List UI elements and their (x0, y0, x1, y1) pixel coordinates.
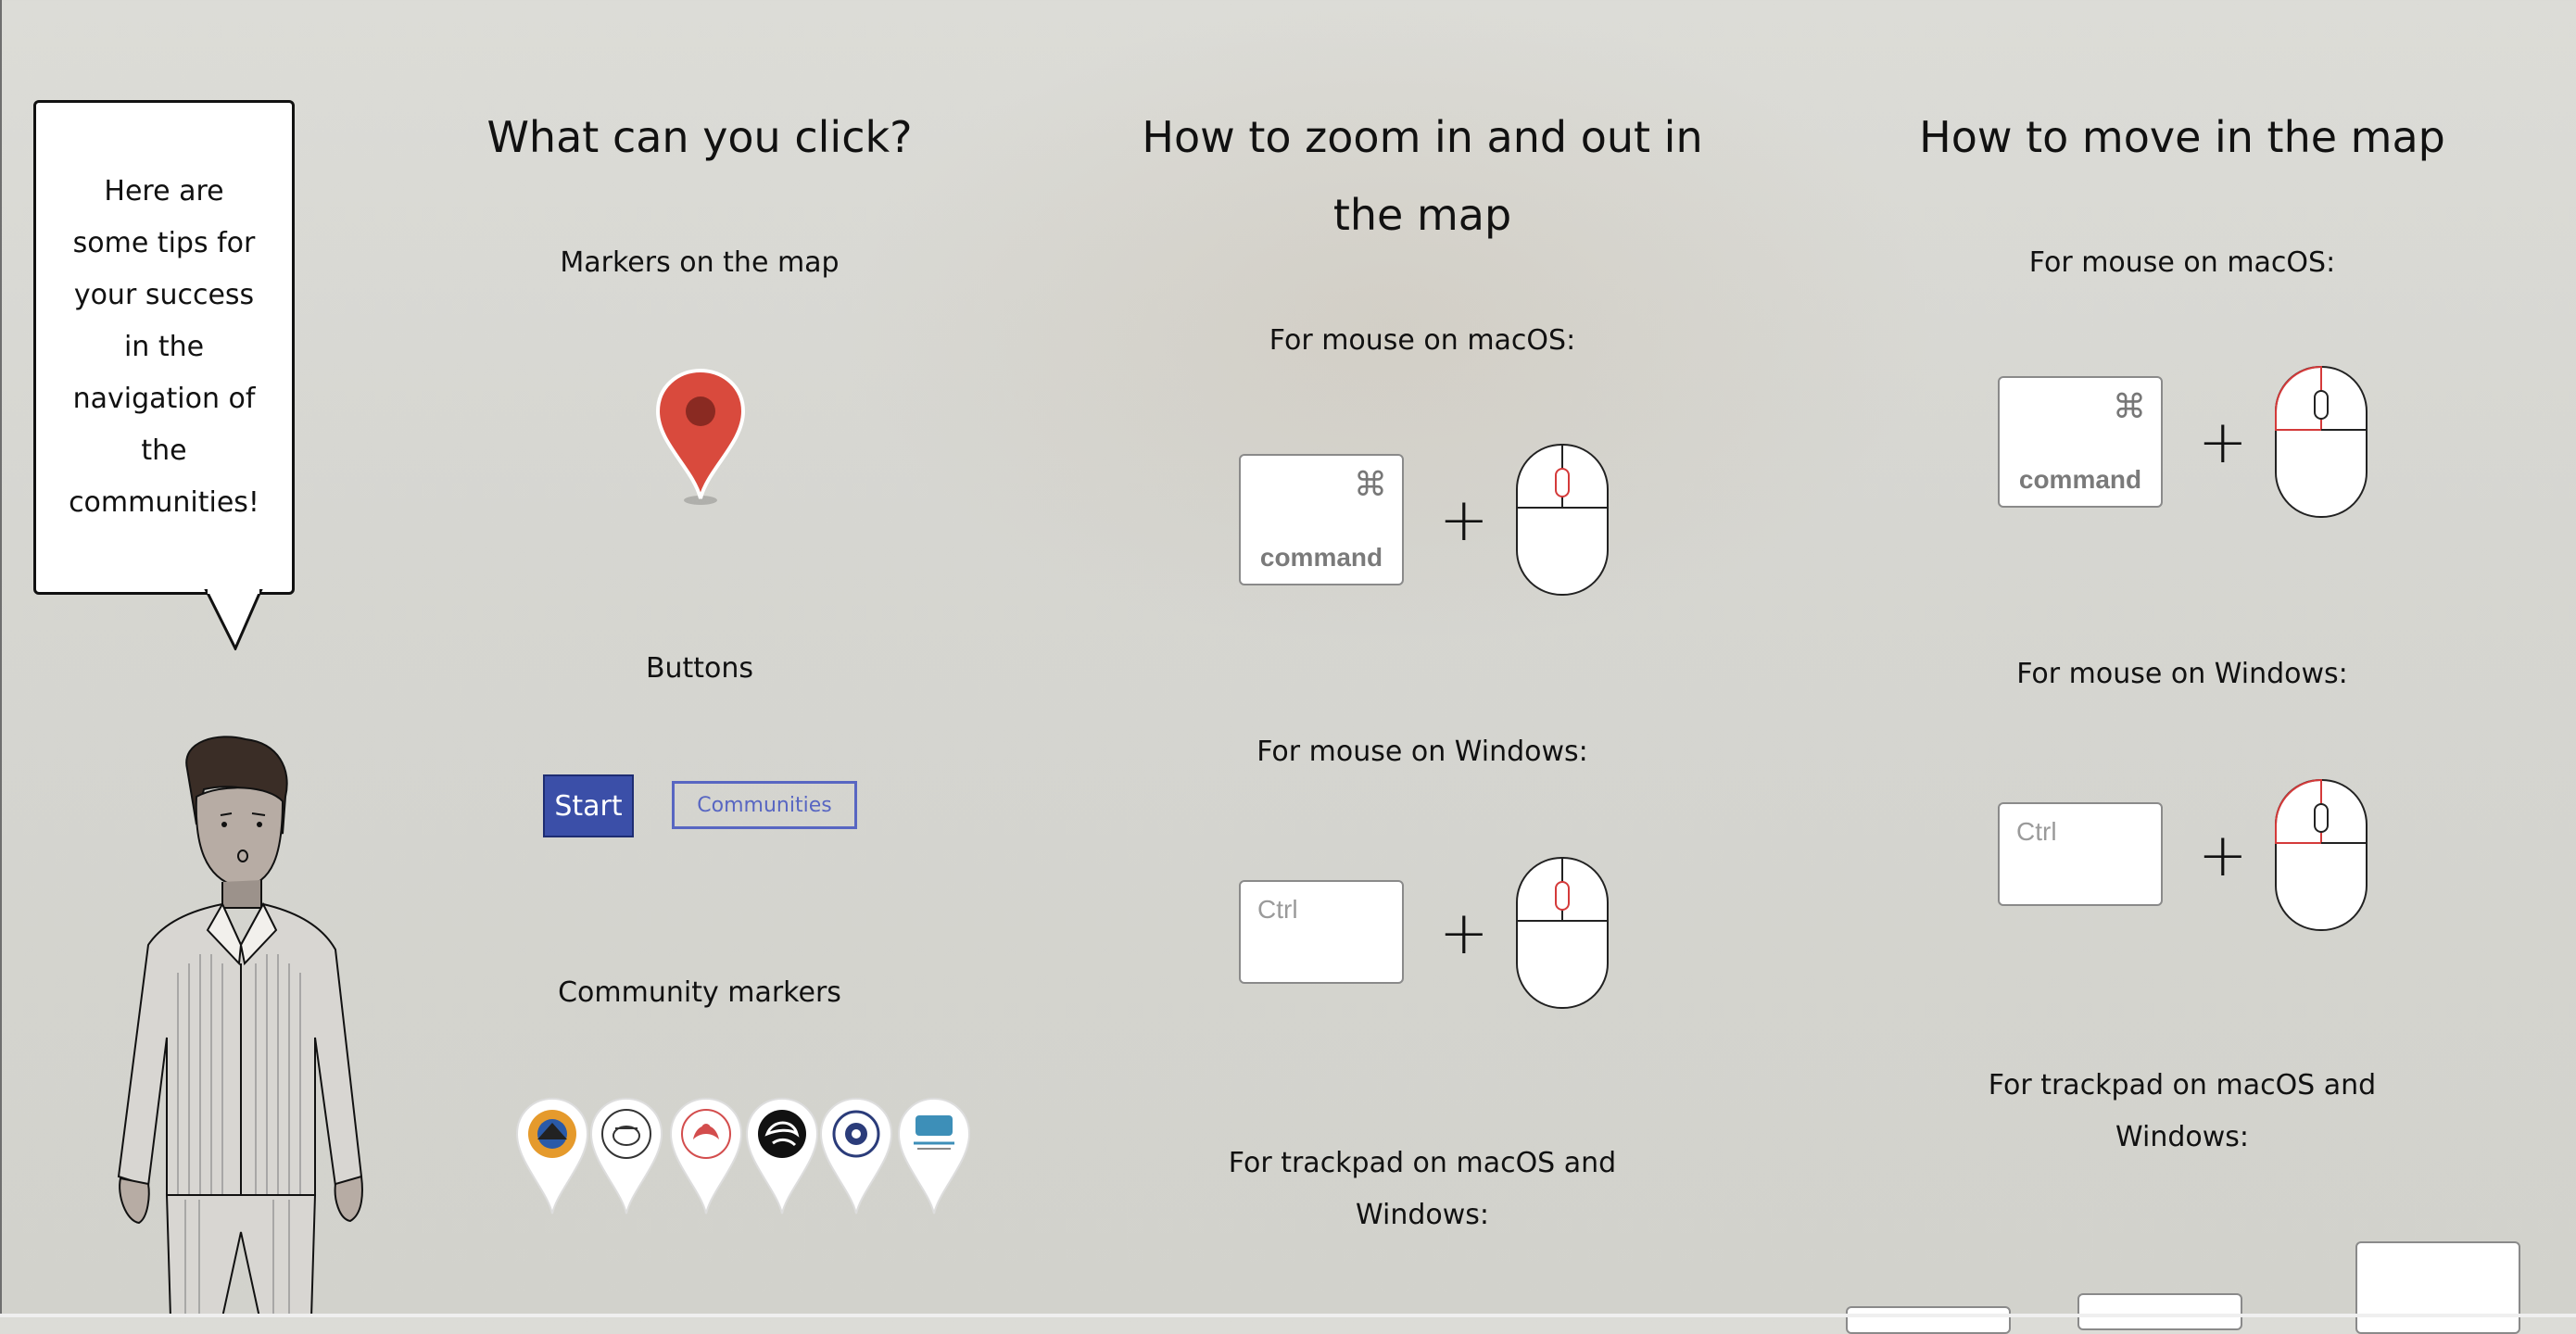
mouse-left-click-icon (2275, 365, 2368, 518)
plus-icon: + (1439, 900, 1489, 968)
command-word: command (1259, 543, 1383, 572)
community-logo-2-icon[interactable] (589, 1097, 663, 1215)
command-key-icon: ⌘ command (1998, 376, 2163, 508)
zoom-mac-label: For mouse on macOS: (1269, 324, 1576, 357)
zoom-section-title: How to zoom in and out in the map (1142, 112, 1703, 240)
move-mac-label: For mouse on macOS: (2028, 246, 2336, 279)
speech-bubble-tail (204, 589, 263, 650)
mouse-scroll-icon (1516, 857, 1609, 1009)
community-logo-4-icon[interactable] (745, 1097, 819, 1215)
ctrl-word: Ctrl (1257, 895, 1298, 924)
command-key-icon: ⌘ command (1239, 454, 1404, 585)
command-symbol: ⌘ (1354, 465, 1387, 503)
buttons-label: Buttons (645, 652, 754, 685)
move-section-title: How to move in the map (1919, 112, 2445, 162)
command-word: command (2018, 465, 2142, 494)
community-logo-6-icon[interactable] (897, 1097, 971, 1215)
markers-label: Markers on the map (560, 246, 840, 279)
trackpad-icon (2355, 1241, 2520, 1334)
plus-icon: + (1439, 486, 1489, 555)
move-trackpad-label: For trackpad on macOS and Windows: (1988, 1069, 2377, 1153)
move-windows-label: For mouse on Windows: (2016, 658, 2348, 690)
community-logo-5-icon[interactable] (819, 1097, 893, 1215)
map-marker-icon[interactable] (652, 367, 749, 508)
community-logo-3-icon[interactable] (669, 1097, 743, 1215)
plus-icon: + (2198, 822, 2248, 890)
mouse-scroll-icon (1516, 444, 1609, 596)
zoom-trackpad-label: For trackpad on macOS and Windows: (1228, 1147, 1617, 1231)
window-edge (0, 0, 2, 1317)
command-symbol: ⌘ (2113, 387, 2146, 425)
mouse-left-click-icon (2275, 778, 2368, 931)
guide-character-illustration (117, 736, 363, 1317)
trackpad-key-icon (1846, 1306, 2011, 1334)
community-markers-label: Community markers (558, 976, 841, 1009)
click-section-title: What can you click? (486, 112, 913, 162)
ctrl-key-icon: Ctrl (1239, 880, 1404, 984)
community-logo-1-icon[interactable] (515, 1097, 589, 1215)
bottom-edge (0, 1314, 2576, 1317)
plus-icon: + (2198, 409, 2248, 477)
communities-button[interactable]: Communities (672, 781, 857, 829)
zoom-windows-label: For mouse on Windows: (1256, 736, 1588, 768)
trackpad-key-icon (2077, 1293, 2242, 1330)
ctrl-key-icon: Ctrl (1998, 802, 2163, 906)
speech-bubble: Here are some tips for your success in t… (33, 100, 295, 595)
speech-bubble-text: Here are some tips for your success in t… (69, 175, 259, 519)
start-button[interactable]: Start (543, 774, 634, 837)
ctrl-word: Ctrl (2016, 817, 2057, 846)
